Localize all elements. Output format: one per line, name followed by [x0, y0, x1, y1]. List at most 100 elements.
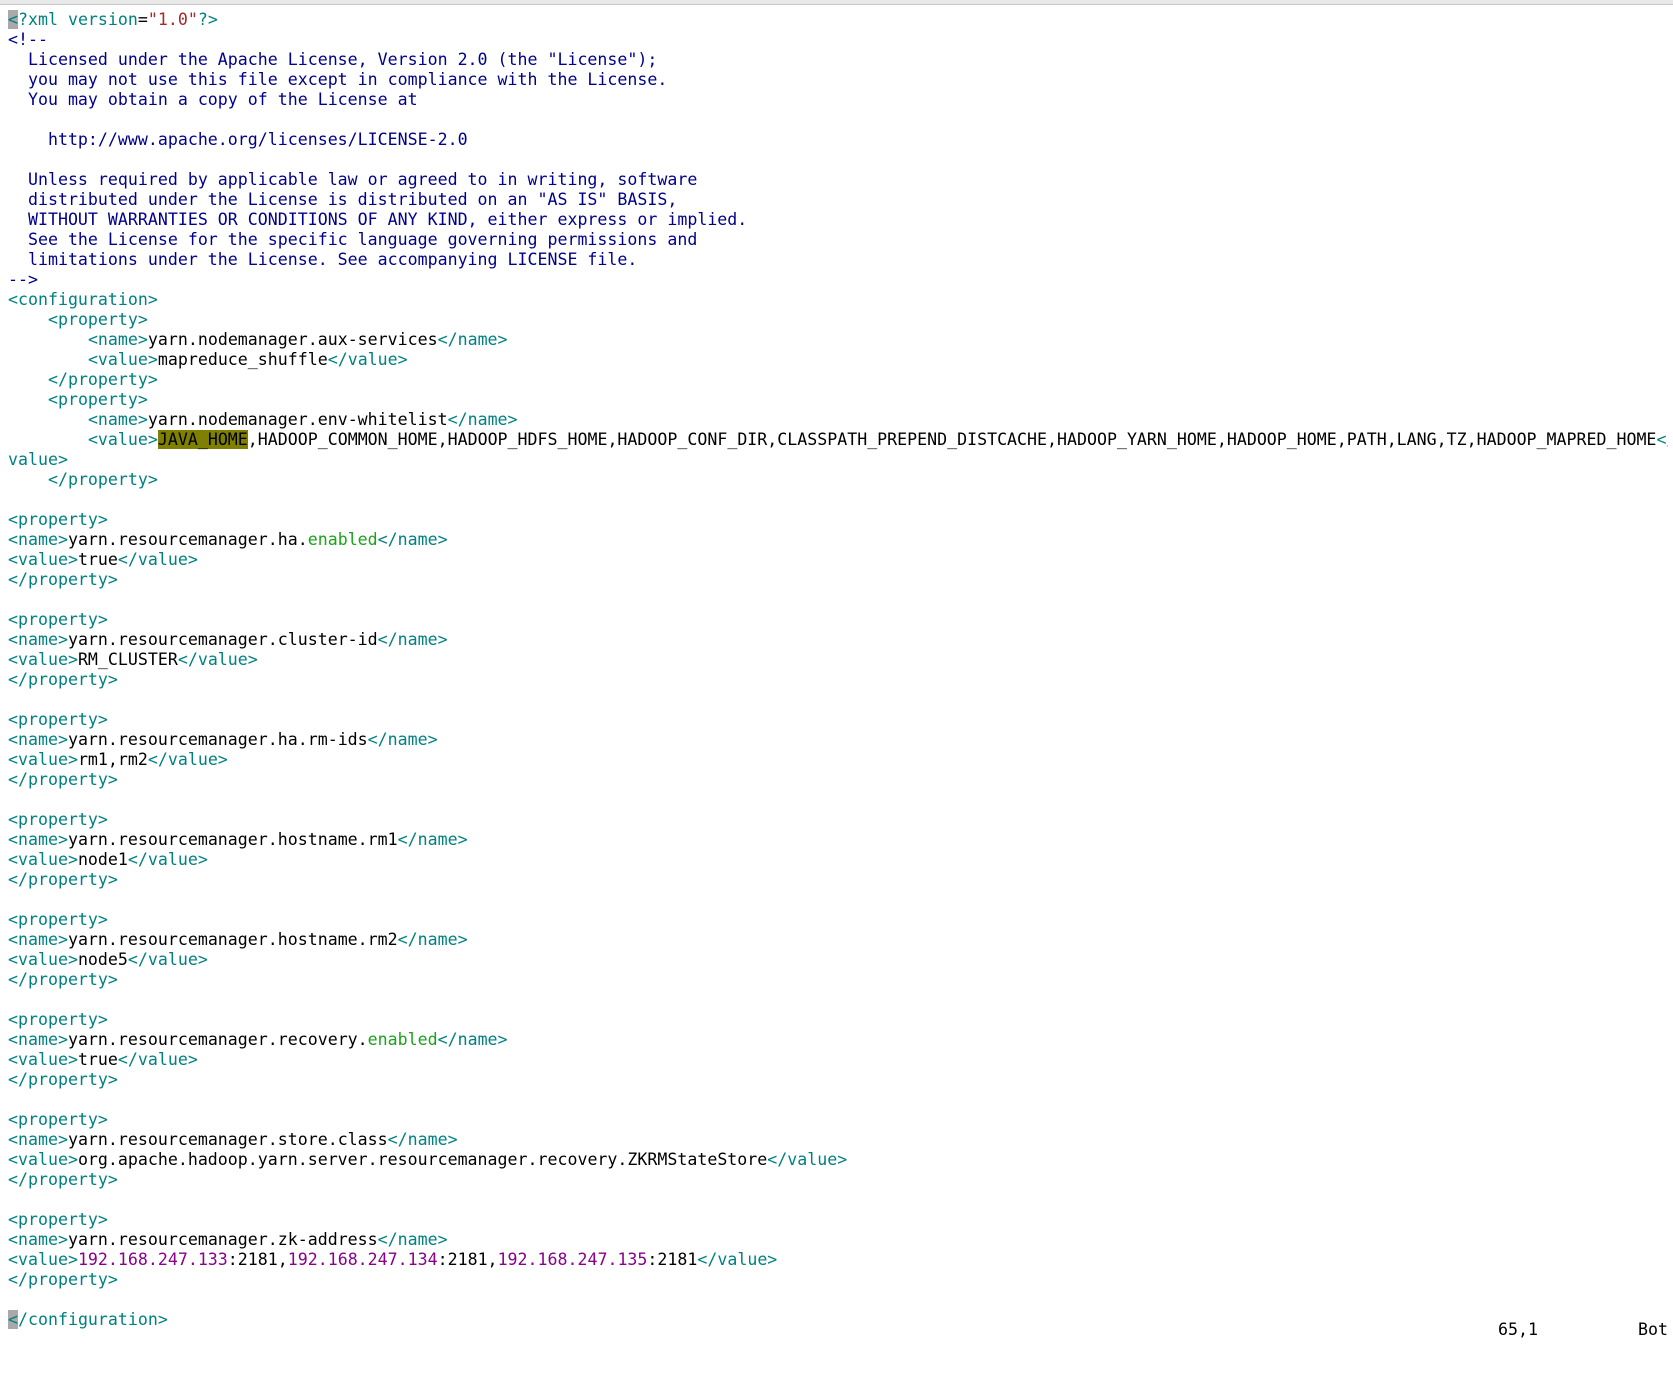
code-line[interactable]: <configuration>	[8, 290, 1668, 310]
code-line[interactable]: <name>yarn.resourcemanager.hostname.rm2<…	[8, 930, 1668, 950]
code-line[interactable]: limitations under the License. See accom…	[8, 250, 1668, 270]
code-token: <value>	[8, 1150, 78, 1169]
code-token: </property>	[47, 470, 158, 489]
code-token: </value>	[127, 950, 208, 969]
code-line[interactable]: <name>yarn.resourcemanager.ha.rm-ids</na…	[8, 730, 1668, 750]
code-token: </value>	[117, 550, 198, 569]
cursor-position: 65,1	[1498, 1320, 1538, 1339]
code-token: </name>	[377, 1230, 448, 1249]
code-line[interactable]: </property>	[8, 370, 1668, 390]
code-token: </property>	[8, 670, 118, 689]
code-line[interactable]: <name>yarn.nodemanager.env-whitelist</na…	[8, 410, 1668, 430]
code-token: :2181	[647, 1250, 698, 1269]
code-line[interactable]	[8, 990, 1668, 1010]
code-line[interactable]: </property>	[8, 570, 1668, 590]
code-token: 192.168.247.133	[77, 1250, 228, 1269]
code-token: <name>	[8, 730, 68, 749]
code-line[interactable]: http://www.apache.org/licenses/LICENSE-2…	[8, 130, 1668, 150]
code-line[interactable]: <property>	[8, 310, 1668, 330]
code-line[interactable]: <name>yarn.resourcemanager.cluster-id</n…	[8, 630, 1668, 650]
code-token: you may not use this file except in comp…	[8, 70, 668, 89]
code-token: <value>	[8, 1050, 78, 1069]
code-line[interactable]: <name>yarn.resourcemanager.hostname.rm1<…	[8, 830, 1668, 850]
code-line[interactable]: <value>mapreduce_shuffle</value>	[8, 350, 1668, 370]
code-line[interactable]	[8, 110, 1668, 130]
code-line[interactable]: <name>yarn.nodemanager.aux-services</nam…	[8, 330, 1668, 350]
code-line[interactable]: -->	[8, 270, 1668, 290]
code-line[interactable]: </property>	[8, 470, 1668, 490]
code-line[interactable]: </property>	[8, 670, 1668, 690]
code-token: <property>	[8, 1210, 108, 1229]
code-token: </name>	[437, 1030, 508, 1049]
code-line[interactable]	[8, 1290, 1668, 1310]
code-line[interactable]	[8, 890, 1668, 910]
code-line[interactable]: </property>	[8, 870, 1668, 890]
code-token: <value>	[8, 1250, 78, 1269]
code-line[interactable]: </property>	[8, 970, 1668, 990]
code-token: </value>	[327, 350, 408, 369]
code-line[interactable]: <value>true</value>	[8, 1050, 1668, 1070]
code-line[interactable]: <name>yarn.resourcemanager.recovery.enab…	[8, 1030, 1668, 1050]
code-line[interactable]: value>	[8, 450, 1668, 470]
code-line[interactable]: <value>org.apache.hadoop.yarn.server.res…	[8, 1150, 1668, 1170]
code-line[interactable]: <property>	[8, 1210, 1668, 1230]
code-line[interactable]: See the License for the specific languag…	[8, 230, 1668, 250]
code-line[interactable]: <name>yarn.resourcemanager.zk-address</n…	[8, 1230, 1668, 1250]
code-token: <name>	[8, 530, 68, 549]
code-line[interactable]: <value>192.168.247.133:2181,192.168.247.…	[8, 1250, 1668, 1270]
code-line[interactable]: distributed under the License is distrib…	[8, 190, 1668, 210]
code-token: <property>	[47, 390, 148, 409]
code-line[interactable]: you may not use this file except in comp…	[8, 70, 1668, 90]
code-token: </property>	[8, 1270, 118, 1289]
code-line[interactable]: <value>node1</value>	[8, 850, 1668, 870]
code-line[interactable]: </property>	[8, 770, 1668, 790]
code-token: </value>	[127, 850, 208, 869]
code-line[interactable]: <property>	[8, 390, 1668, 410]
code-line[interactable]	[8, 150, 1668, 170]
code-token: See the License for the specific languag…	[8, 230, 698, 249]
code-token: enabled	[307, 530, 378, 549]
code-editor[interactable]: <?xml version="1.0"?> <!-- Licensed under…	[8, 10, 1668, 1330]
code-line[interactable]: Unless required by applicable law or agr…	[8, 170, 1668, 190]
code-line[interactable]: <value>rm1,rm2</value>	[8, 750, 1668, 770]
code-line[interactable]: <property>	[8, 810, 1668, 830]
code-line[interactable]: <property>	[8, 1010, 1668, 1030]
code-line[interactable]: <value>true</value>	[8, 550, 1668, 570]
code-line[interactable]	[8, 690, 1668, 710]
code-token: </	[1656, 430, 1668, 449]
code-line[interactable]: <value>node5</value>	[8, 950, 1668, 970]
code-line[interactable]	[8, 590, 1668, 610]
code-token: yarn.resourcemanager.cluster-id	[67, 630, 378, 649]
code-line[interactable]: <name>yarn.resourcemanager.ha.enabled</n…	[8, 530, 1668, 550]
code-line[interactable]	[8, 1190, 1668, 1210]
code-token: </property>	[8, 570, 118, 589]
code-token: -->	[8, 270, 38, 289]
code-line[interactable]: <value>RM_CLUSTER</value>	[8, 650, 1668, 670]
code-line[interactable]: <property>	[8, 1110, 1668, 1130]
code-line[interactable]	[8, 490, 1668, 510]
code-token: yarn.nodemanager.aux-services	[147, 330, 438, 349]
code-line[interactable]: <name>yarn.resourcemanager.store.class</…	[8, 1130, 1668, 1150]
code-line[interactable]: <property>	[8, 710, 1668, 730]
code-line[interactable]: </property>	[8, 1170, 1668, 1190]
code-line[interactable]: <?xml version="1.0"?>	[8, 10, 1668, 30]
code-line[interactable]: <property>	[8, 610, 1668, 630]
code-token: </property>	[8, 970, 118, 989]
code-line[interactable]	[8, 1090, 1668, 1110]
code-line[interactable]: <property>	[8, 510, 1668, 530]
code-line[interactable]: <property>	[8, 910, 1668, 930]
code-token: yarn.resourcemanager.zk-address	[67, 1230, 378, 1249]
code-line[interactable]: <!--	[8, 30, 1668, 50]
code-line[interactable]	[8, 790, 1668, 810]
code-token: <name>	[8, 930, 68, 949]
code-line[interactable]: <value>JAVA_HOME,HADOOP_COMMON_HOME,HADO…	[8, 430, 1668, 450]
code-token: <property>	[8, 1110, 108, 1129]
code-line[interactable]: Licensed under the Apache License, Versi…	[8, 50, 1668, 70]
code-line[interactable]: </property>	[8, 1270, 1668, 1290]
code-line[interactable]: WITHOUT WARRANTIES OR CONDITIONS OF ANY …	[8, 210, 1668, 230]
code-line[interactable]: </property>	[8, 1070, 1668, 1090]
code-token: "1.0"	[147, 10, 198, 29]
code-line[interactable]: You may obtain a copy of the License at	[8, 90, 1668, 110]
code-token: <configuration>	[8, 290, 158, 309]
code-token: Licensed under the Apache License, Versi…	[8, 50, 658, 69]
